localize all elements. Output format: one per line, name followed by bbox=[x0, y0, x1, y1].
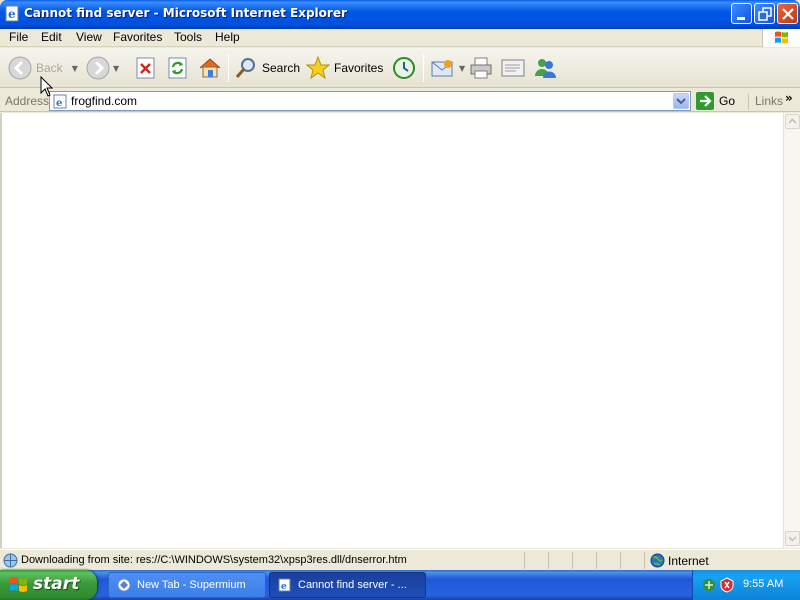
forward-button[interactable]: ▼ bbox=[86, 54, 119, 82]
address-input[interactable] bbox=[71, 93, 671, 109]
menu-bar: File Edit View Favorites Tools Help bbox=[0, 29, 800, 47]
clock: 9:55 AM bbox=[743, 578, 784, 590]
print-button[interactable] bbox=[469, 54, 493, 82]
scroll-down-button[interactable] bbox=[785, 531, 800, 546]
back-arrow-icon bbox=[8, 56, 32, 80]
links-toolbar[interactable]: Links bbox=[748, 94, 783, 110]
vertical-scrollbar[interactable] bbox=[783, 113, 800, 548]
address-bar: Address e Go Links » bbox=[0, 89, 800, 112]
security-zone: Internet bbox=[668, 554, 709, 568]
security-alert-tray-icon[interactable] bbox=[719, 577, 735, 593]
messenger-icon bbox=[535, 59, 556, 78]
messenger-button[interactable] bbox=[533, 54, 557, 82]
history-button[interactable] bbox=[392, 54, 416, 82]
menu-edit[interactable]: Edit bbox=[41, 30, 62, 44]
go-label: Go bbox=[719, 94, 736, 108]
refresh-icon bbox=[168, 57, 187, 79]
maximize-button[interactable] bbox=[754, 3, 775, 24]
status-bar: Downloading from site: res://C:\WINDOWS\… bbox=[0, 549, 800, 570]
page-content[interactable] bbox=[0, 113, 800, 548]
start-label: start bbox=[33, 574, 80, 594]
scroll-up-button[interactable] bbox=[785, 114, 800, 129]
address-field[interactable]: e bbox=[49, 91, 691, 111]
taskbar-item-label: New Tab - Supermium bbox=[137, 579, 246, 591]
go-button[interactable]: Go bbox=[696, 92, 735, 110]
page-icon: e bbox=[53, 94, 67, 109]
mail-icon bbox=[431, 60, 453, 77]
taskbar: start New Tab - Supermium e Cannot find … bbox=[0, 570, 800, 600]
ie-page-icon: e bbox=[5, 5, 19, 22]
internet-zone-globe-icon bbox=[650, 553, 665, 568]
svg-text:e: e bbox=[56, 98, 62, 109]
chevron-down-icon bbox=[676, 98, 686, 105]
edit-icon bbox=[501, 59, 525, 77]
menu-view[interactable]: View bbox=[76, 30, 102, 44]
taskbar-item-label: Cannot find server - ... bbox=[298, 579, 407, 591]
address-dropdown-button[interactable] bbox=[673, 93, 689, 109]
back-dropdown-icon[interactable]: ▼ bbox=[72, 64, 78, 73]
menu-file[interactable]: File bbox=[9, 30, 28, 44]
go-arrow-icon bbox=[696, 92, 714, 110]
stop-icon bbox=[136, 57, 155, 79]
close-icon bbox=[782, 8, 794, 20]
chevron-up-icon bbox=[788, 118, 797, 124]
menu-help[interactable]: Help bbox=[215, 30, 240, 44]
mouse-cursor-icon bbox=[40, 76, 54, 97]
network-tray-icon[interactable] bbox=[701, 577, 717, 593]
chevron-right-icon[interactable]: » bbox=[785, 91, 793, 105]
svg-text:e: e bbox=[281, 582, 287, 592]
favorites-label: Favorites bbox=[334, 61, 384, 75]
favorites-star-icon bbox=[306, 56, 330, 80]
ie-page-icon: e bbox=[278, 578, 291, 592]
windows-flag-icon bbox=[10, 577, 27, 592]
search-icon bbox=[235, 58, 255, 78]
window-title: Cannot find server - Microsoft Internet … bbox=[24, 6, 347, 20]
title-bar[interactable]: e Cannot find server - Microsoft Interne… bbox=[0, 0, 800, 29]
close-button[interactable] bbox=[777, 3, 798, 24]
start-button[interactable]: start bbox=[0, 570, 97, 600]
minimize-button[interactable] bbox=[731, 3, 752, 24]
menu-tools[interactable]: Tools bbox=[174, 30, 202, 44]
history-icon bbox=[393, 57, 415, 79]
chevron-down-icon bbox=[788, 536, 797, 542]
supermium-icon bbox=[117, 578, 131, 592]
stop-button[interactable] bbox=[134, 54, 158, 82]
search-button[interactable]: Search bbox=[234, 54, 300, 82]
print-icon bbox=[470, 57, 492, 79]
status-text: Downloading from site: res://C:\WINDOWS\… bbox=[21, 554, 407, 566]
taskbar-item-ie[interactable]: e Cannot find server - ... bbox=[269, 572, 426, 598]
minimize-icon bbox=[737, 17, 745, 20]
mail-button[interactable]: ▼ bbox=[430, 54, 465, 82]
forward-dropdown-icon[interactable]: ▼ bbox=[113, 64, 119, 73]
back-label: Back bbox=[36, 61, 63, 75]
favorites-button[interactable]: Favorites bbox=[306, 54, 383, 82]
svg-text:e: e bbox=[8, 7, 16, 21]
restore-icon bbox=[758, 7, 772, 21]
standard-toolbar: Back ▼ ▼ Search Favorites ▼ bbox=[0, 48, 800, 88]
home-button[interactable] bbox=[198, 54, 222, 82]
refresh-button[interactable] bbox=[166, 54, 190, 82]
edit-button[interactable] bbox=[500, 54, 526, 82]
loading-globe-icon bbox=[3, 553, 18, 568]
search-label: Search bbox=[262, 61, 301, 75]
home-icon bbox=[199, 58, 221, 78]
forward-arrow-icon bbox=[86, 56, 110, 80]
mail-dropdown-icon[interactable]: ▼ bbox=[459, 64, 465, 73]
taskbar-item-supermium[interactable]: New Tab - Supermium bbox=[108, 572, 266, 598]
windows-logo-icon bbox=[762, 29, 800, 47]
menu-favorites[interactable]: Favorites bbox=[113, 30, 162, 44]
